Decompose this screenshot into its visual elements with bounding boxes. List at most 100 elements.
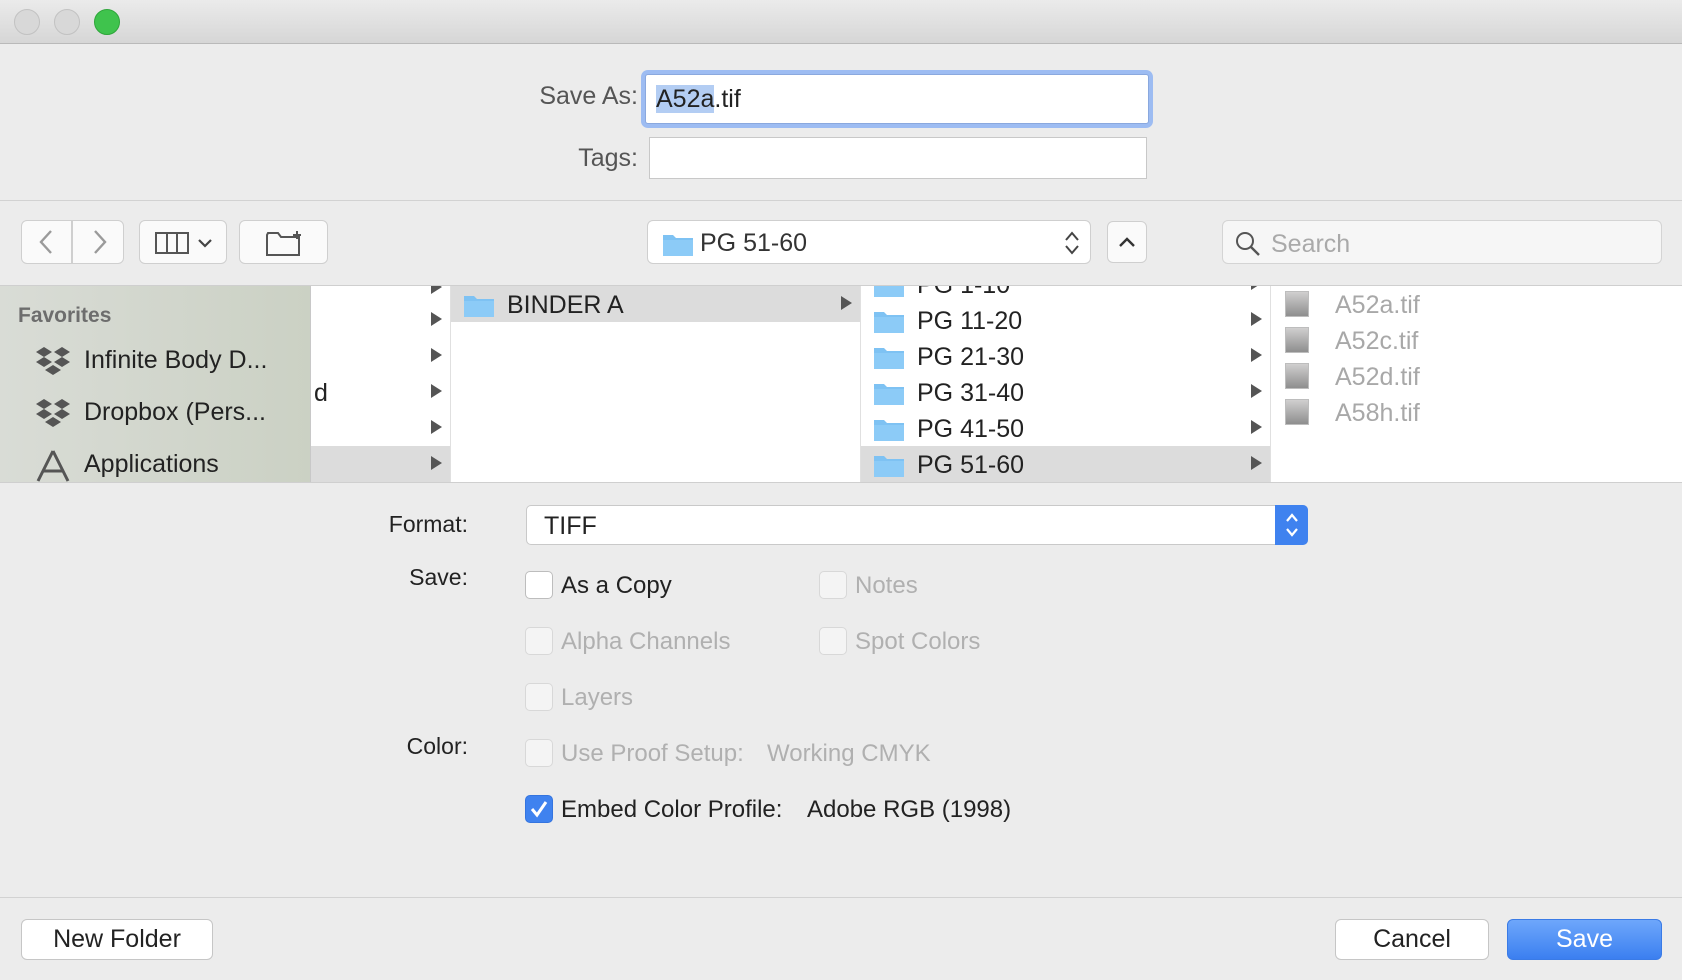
sidebar-item-infinite-body[interactable]: Infinite Body D...	[0, 338, 311, 384]
layers-label: Layers	[561, 684, 634, 711]
location-popup[interactable]: PG 51-60	[647, 220, 1091, 264]
new-folder-button[interactable]: New Folder	[21, 919, 213, 960]
file-name: A52c.tif	[1335, 327, 1419, 355]
view-options-button[interactable]	[139, 220, 227, 264]
browser-column-4: A52a.tif A52c.tif A52d.tif A58h.tif	[1271, 286, 1682, 482]
spot-colors-label: Spot Colors	[855, 628, 981, 655]
column-row[interactable]	[311, 338, 450, 374]
use-proof-setup-value: Working CMYK	[767, 740, 931, 767]
column-row-label: PG 21-30	[917, 343, 1025, 371]
layers-checkbox[interactable]	[525, 683, 553, 711]
disclosure-arrow-icon	[431, 286, 442, 294]
chevron-down-icon	[198, 239, 212, 248]
column-row[interactable]	[311, 410, 450, 446]
alpha-channels-label: Alpha Channels	[561, 628, 731, 655]
as-a-copy-label: As a Copy	[561, 572, 672, 599]
column-row-pg-21-30[interactable]: PG 21-30	[861, 338, 1270, 374]
format-popup[interactable]: TIFF	[526, 505, 1308, 545]
sidebar-item-applications[interactable]: Applications	[0, 442, 311, 482]
chevron-updown-icon	[1286, 513, 1298, 537]
forward-button[interactable]	[72, 220, 124, 264]
disclosure-arrow-icon	[1251, 384, 1262, 398]
disclosure-arrow-icon	[841, 296, 852, 310]
column-row-selected[interactable]	[311, 446, 450, 482]
browser-column-1: d	[311, 286, 451, 482]
folder-icon	[663, 235, 693, 256]
chevron-up-icon	[1119, 237, 1135, 247]
new-folder-toolbar-button[interactable]	[239, 220, 328, 264]
disclosure-arrow-icon	[431, 348, 442, 362]
column-row-label: PG 51-60	[917, 451, 1025, 479]
browser-column-3: PG 1-10 PG 11-20 PG 21-30 PG 31-40 PG 41	[861, 286, 1271, 482]
column-row-label: PG 1-10	[917, 286, 1010, 300]
new-folder-icon	[266, 231, 301, 256]
file-row[interactable]: A52c.tif	[1271, 322, 1682, 358]
search-field[interactable]: Search	[1222, 220, 1662, 264]
title-bar	[0, 0, 1682, 44]
column-row-pg-11-20[interactable]: PG 11-20	[861, 302, 1270, 338]
back-button[interactable]	[21, 220, 72, 264]
save-as-field[interactable]: A52a.tif	[645, 74, 1149, 124]
file-name: A52a.tif	[1335, 291, 1420, 319]
chevron-right-icon	[94, 230, 107, 254]
chevron-updown-icon	[1065, 231, 1079, 255]
column-row-pg-31-40[interactable]: PG 31-40	[861, 374, 1270, 410]
file-row[interactable]: A52d.tif	[1271, 358, 1682, 394]
sidebar-item-label: Dropbox (Pers...	[84, 398, 267, 426]
column-row-binder-a[interactable]: BINDER A	[451, 286, 860, 322]
column-row-pg-41-50[interactable]: PG 41-50	[861, 410, 1270, 446]
format-value: TIFF	[544, 512, 597, 540]
column-row-label: BINDER A	[507, 291, 624, 319]
image-thumbnail-icon	[1285, 399, 1309, 425]
sidebar-item-label: Applications	[84, 450, 219, 478]
column-row-pg-1-10[interactable]: PG 1-10	[861, 286, 1270, 302]
tags-label: Tags:	[578, 144, 638, 172]
disclosure-arrow-icon	[431, 456, 442, 470]
file-row[interactable]: A58h.tif	[1271, 394, 1682, 430]
search-placeholder: Search	[1271, 230, 1351, 258]
folder-icon	[874, 348, 904, 369]
disclosure-arrow-icon	[1251, 286, 1262, 290]
column-row[interactable]: d	[311, 374, 450, 410]
save-button[interactable]: Save	[1507, 919, 1662, 960]
column-row-pg-51-60[interactable]: PG 51-60	[861, 446, 1270, 482]
checkmark-icon	[530, 801, 548, 818]
applications-icon	[36, 450, 70, 482]
alpha-channels-checkbox[interactable]	[525, 627, 553, 655]
folder-icon	[874, 384, 904, 405]
embed-color-profile-checkbox[interactable]	[525, 795, 553, 823]
minimize-button[interactable]	[54, 9, 80, 35]
embed-color-profile-value: Adobe RGB (1998)	[807, 796, 1012, 823]
folder-icon	[464, 296, 494, 317]
embed-color-profile-label: Embed Color Profile:	[561, 796, 783, 823]
tags-field[interactable]	[649, 137, 1147, 179]
popup-stepper	[1275, 505, 1308, 545]
expand-collapse-button[interactable]	[1107, 221, 1147, 263]
file-name: A52d.tif	[1335, 363, 1420, 391]
column-row[interactable]	[311, 302, 450, 338]
cancel-button[interactable]: Cancel	[1335, 919, 1489, 960]
folder-icon	[874, 286, 904, 297]
as-a-copy-checkbox[interactable]	[525, 571, 553, 599]
folder-icon	[874, 312, 904, 333]
disclosure-arrow-icon	[1251, 348, 1262, 362]
use-proof-setup-checkbox[interactable]	[525, 739, 553, 767]
divider	[0, 200, 1682, 201]
save-as-label: Save As:	[539, 82, 638, 110]
zoom-button[interactable]	[94, 9, 120, 35]
folder-icon	[874, 456, 904, 477]
disclosure-arrow-icon	[1251, 456, 1262, 470]
location-label: PG 51-60	[700, 229, 808, 257]
file-name: A58h.tif	[1335, 399, 1420, 427]
column-row-label: PG 31-40	[917, 379, 1025, 407]
dropbox-icon	[36, 399, 70, 427]
chevron-left-icon	[39, 230, 52, 254]
save-options-label: Save:	[409, 564, 468, 590]
sidebar-item-dropbox[interactable]: Dropbox (Pers...	[0, 390, 311, 436]
column-row-label: d	[314, 379, 328, 407]
close-button[interactable]	[14, 9, 40, 35]
notes-checkbox[interactable]	[819, 571, 847, 599]
file-row[interactable]: A52a.tif	[1271, 286, 1682, 322]
spot-colors-checkbox[interactable]	[819, 627, 847, 655]
save-as-selected-text: A52a	[656, 85, 715, 113]
